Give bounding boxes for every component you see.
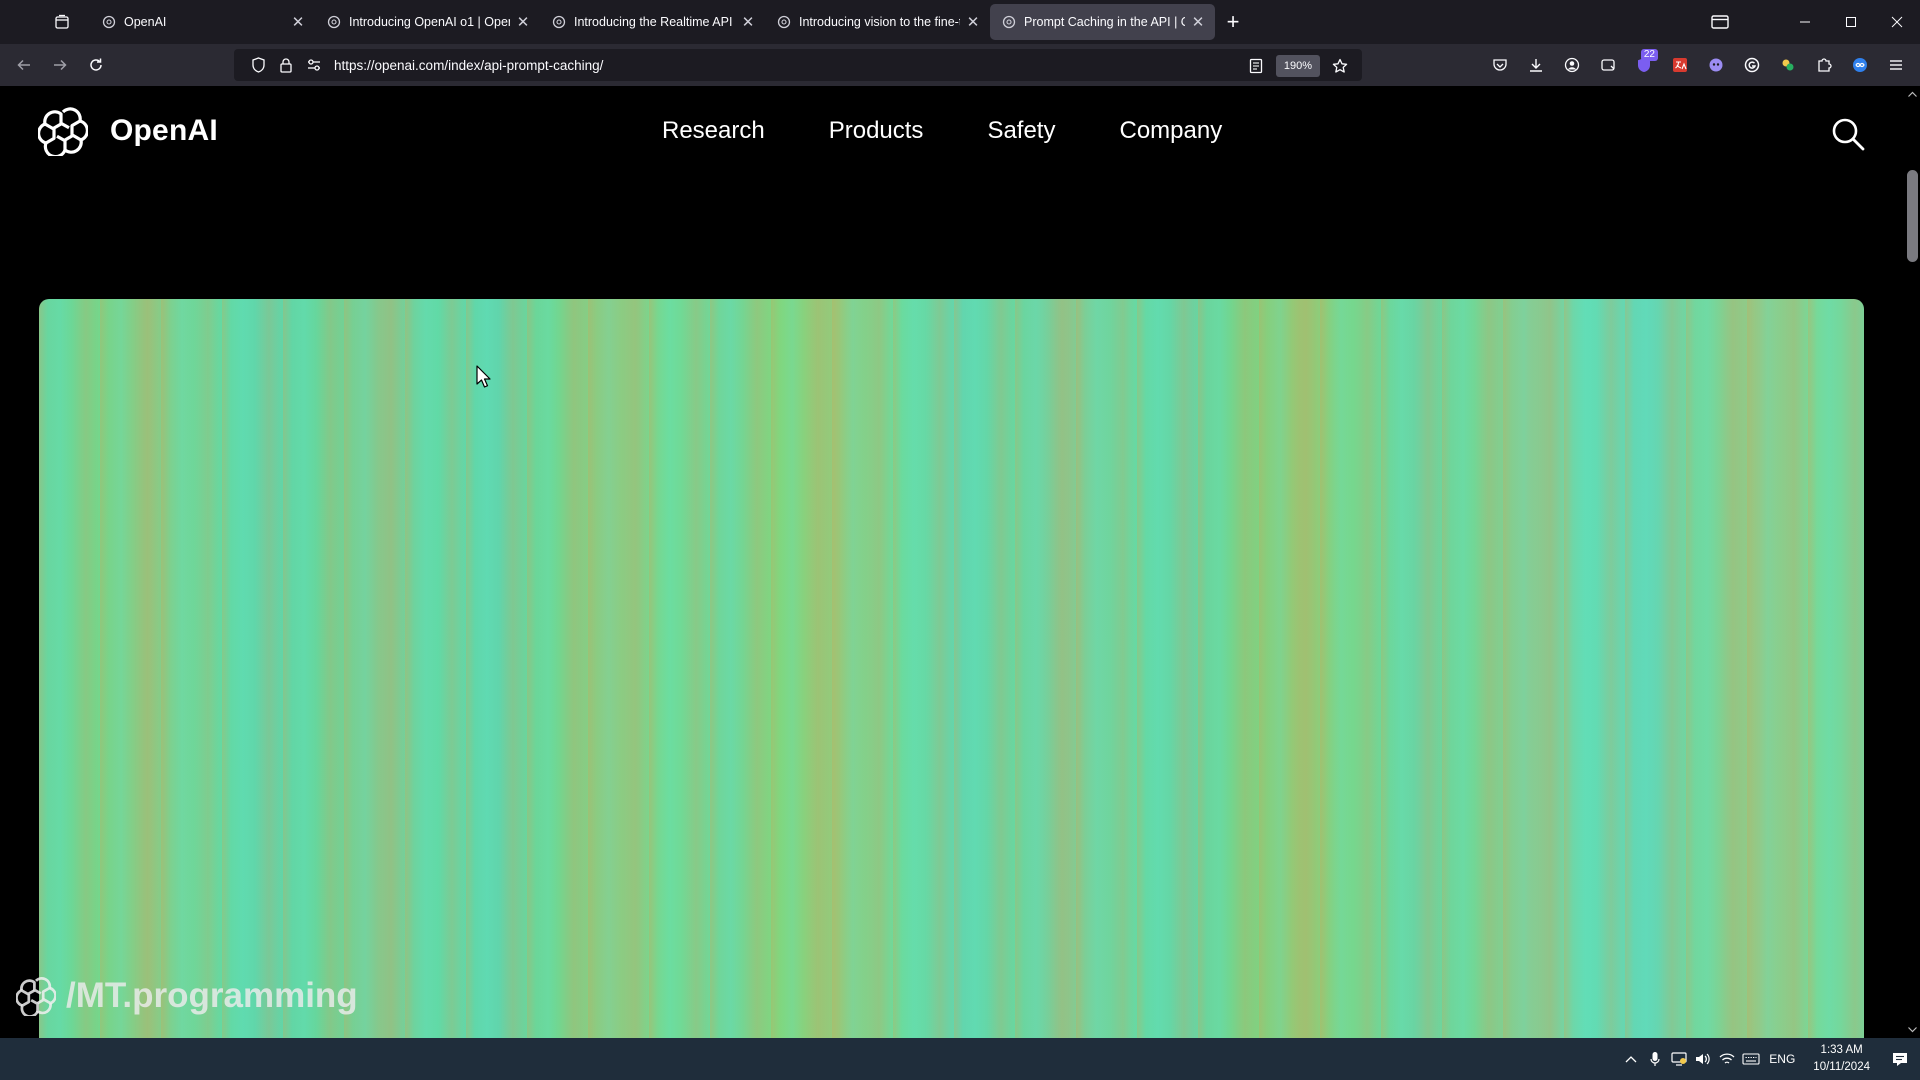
app-menu-icon[interactable]: [1878, 49, 1914, 81]
url-text[interactable]: https://openai.com/index/api-prompt-cach…: [334, 58, 603, 73]
reload-icon[interactable]: [78, 49, 114, 81]
mouse-cursor-icon: [476, 365, 492, 389]
search-icon[interactable]: [1830, 116, 1866, 152]
tab-title: Introducing the Realtime API | OpenAI: [574, 15, 735, 29]
close-window-icon[interactable]: [1874, 0, 1920, 44]
clock-date: 10/11/2024: [1813, 1061, 1870, 1073]
wifi-icon[interactable]: [1715, 1038, 1739, 1080]
openai-favicon-icon: [552, 15, 566, 29]
tab-title: Introducing OpenAI o1 | OpenAI: [349, 15, 510, 29]
nav-products[interactable]: Products: [829, 117, 924, 145]
display-icon[interactable]: [1667, 1038, 1691, 1080]
close-tab-icon[interactable]: ✕: [289, 13, 307, 31]
reader-view-icon[interactable]: [1242, 52, 1270, 80]
back-arrow-icon[interactable]: [6, 49, 42, 81]
brand-name: OpenAI: [110, 114, 218, 147]
openai-favicon-icon: [327, 15, 341, 29]
chevron-up-icon[interactable]: [1619, 1038, 1643, 1080]
tab-strip: OpenAI ✕ Introducing OpenAI o1 | OpenAI …: [0, 0, 1920, 44]
tab-title: OpenAI: [124, 15, 167, 29]
extensions-puzzle-icon[interactable]: [1806, 49, 1842, 81]
screenshot-icon[interactable]: [1590, 49, 1626, 81]
minimize-icon[interactable]: [1782, 0, 1828, 44]
web-page: OpenAI Research Products Safety Company: [0, 86, 1905, 1038]
address-bar-actions: 190%: [1242, 52, 1354, 80]
close-tab-icon[interactable]: ✕: [514, 13, 532, 31]
ghost-extension-icon[interactable]: [1698, 49, 1734, 81]
infinity-extension-icon[interactable]: [1842, 49, 1878, 81]
grammar-extension-icon[interactable]: [1734, 49, 1770, 81]
hero-image: [39, 299, 1864, 1038]
scroll-down-icon[interactable]: [1905, 1024, 1920, 1036]
account-icon[interactable]: [1554, 49, 1590, 81]
shield-icon[interactable]: [244, 51, 272, 79]
navigation-toolbar: https://openai.com/index/api-prompt-cach…: [0, 44, 1920, 86]
tab-openai[interactable]: OpenAI ✕: [90, 4, 315, 40]
colorful-extension-icon[interactable]: [1770, 49, 1806, 81]
video-watermark: /MT.programming: [16, 976, 358, 1016]
tab-list: OpenAI ✕ Introducing OpenAI o1 | OpenAI …: [90, 3, 1215, 41]
page-scrollbar[interactable]: [1905, 86, 1920, 1038]
address-bar[interactable]: https://openai.com/index/api-prompt-cach…: [234, 49, 1362, 81]
tab-introducing-o1[interactable]: Introducing OpenAI o1 | OpenAI ✕: [315, 4, 540, 40]
close-tab-icon[interactable]: ✕: [1189, 13, 1207, 31]
tab-title: Prompt Caching in the API | OpenAI: [1024, 15, 1185, 29]
watermark-logo-icon: [16, 976, 56, 1016]
extension-shield-icon[interactable]: 22: [1626, 49, 1662, 81]
openai-favicon-icon: [1002, 15, 1016, 29]
close-tab-icon[interactable]: ✕: [739, 13, 757, 31]
tab-overview-icon[interactable]: [1704, 10, 1736, 34]
zoom-level-badge[interactable]: 190%: [1275, 55, 1320, 77]
microphone-icon[interactable]: [1643, 1038, 1667, 1080]
keyboard-icon[interactable]: [1739, 1038, 1763, 1080]
nav-research[interactable]: Research: [662, 117, 765, 145]
brand-link[interactable]: OpenAI: [38, 106, 218, 156]
translate-extension-icon[interactable]: [1662, 49, 1698, 81]
window-controls: [1782, 0, 1920, 44]
maximize-icon[interactable]: [1828, 0, 1874, 44]
openai-logo-icon: [38, 106, 88, 156]
bookmark-star-icon[interactable]: [1326, 52, 1354, 80]
tab-realtime-api[interactable]: Introducing the Realtime API | OpenAI ✕: [540, 4, 765, 40]
tab-list-icon[interactable]: [42, 6, 82, 38]
lock-icon[interactable]: [272, 51, 300, 79]
nav-company[interactable]: Company: [1119, 117, 1222, 145]
download-icon[interactable]: [1518, 49, 1554, 81]
nav-safety[interactable]: Safety: [987, 117, 1055, 145]
new-tab-button[interactable]: +: [1217, 6, 1249, 38]
input-language[interactable]: ENG: [1769, 1052, 1795, 1066]
system-tray: ENG 1:33 AM 10/11/2024: [1619, 1038, 1920, 1080]
system-clock[interactable]: 1:33 AM 10/11/2024: [1813, 1042, 1870, 1076]
permissions-icon[interactable]: [300, 51, 328, 79]
openai-favicon-icon: [777, 15, 791, 29]
volume-icon[interactable]: [1691, 1038, 1715, 1080]
clock-time: 1:33 AM: [1820, 1044, 1863, 1056]
forward-arrow-icon[interactable]: [42, 49, 78, 81]
windows-taskbar: ENG 1:33 AM 10/11/2024: [0, 1038, 1920, 1080]
toolbar-icons: 22: [1482, 49, 1914, 81]
scroll-up-icon[interactable]: [1905, 88, 1920, 100]
tab-vision-fine-tuning[interactable]: Introducing vision to the fine-tuning AP…: [765, 4, 990, 40]
watermark-text: /MT.programming: [66, 976, 358, 1015]
close-tab-icon[interactable]: ✕: [964, 13, 982, 31]
pocket-icon[interactable]: [1482, 49, 1518, 81]
site-header: OpenAI Research Products Safety Company: [0, 86, 1905, 180]
tab-title: Introducing vision to the fine-tuning AP…: [799, 15, 960, 29]
tab-prompt-caching[interactable]: Prompt Caching in the API | OpenAI ✕: [990, 4, 1215, 40]
scrollbar-thumb[interactable]: [1907, 170, 1918, 262]
extension-badge: 22: [1640, 49, 1658, 61]
site-nav: Research Products Safety Company: [662, 117, 1222, 145]
openai-favicon-icon: [102, 15, 116, 29]
notifications-icon[interactable]: [1880, 1038, 1920, 1080]
